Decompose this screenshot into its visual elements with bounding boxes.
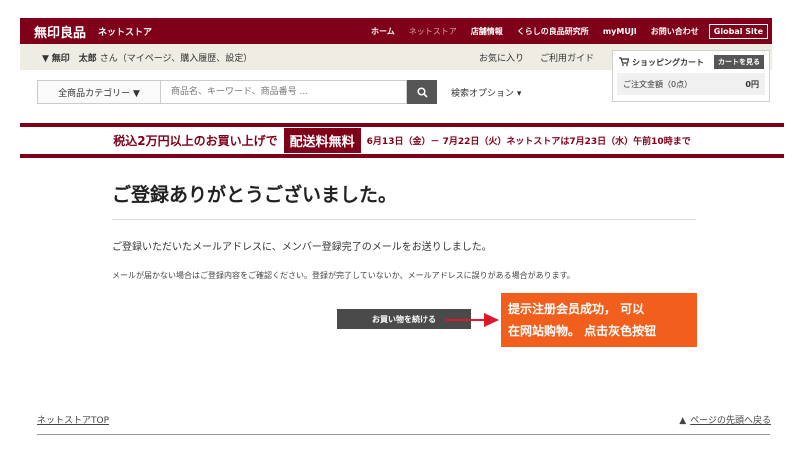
title-divider: [112, 219, 696, 220]
banner-lead: 税込2万円以上のお買い上げで: [113, 134, 278, 148]
guide-link[interactable]: ご利用ガイド: [540, 51, 594, 64]
cart-total-label: ご注文金額（0点）: [623, 79, 693, 89]
nav-lab[interactable]: くらしの良品研究所: [517, 26, 589, 37]
up-triangle-icon: ▲: [679, 416, 687, 426]
top-nav: ホーム ネットストア 店舗情報 くらしの良品研究所 myMUJI お問い合わせ …: [357, 18, 768, 44]
nav-stores[interactable]: 店舗情報: [471, 26, 503, 37]
callout-line-1: 提示注册会员成功， 可以: [508, 302, 645, 316]
cart-icon: [619, 56, 630, 68]
nav-mymuji[interactable]: myMUJI: [603, 27, 637, 36]
annotation-callout: 提示注册会员成功， 可以 在网站购物。 点击灰色按钮: [501, 293, 697, 347]
view-cart-button[interactable]: カートを見る: [714, 55, 764, 69]
banner-highlight: 配送料無料: [283, 128, 361, 153]
confirmation-message: ご登録いただいたメールアドレスに、メンバー登録完了のメールをお送りしました。: [112, 242, 492, 253]
footer-divider: [37, 434, 770, 435]
search-bar: 全商品カテゴリー ▼ 検索オプション ▾: [37, 80, 521, 104]
cart-box: ショッピングカート カートを見る ご注文金額（0点） 0円: [612, 50, 770, 102]
banner-period: 6月13日（金）－ 7月22日（火）ネットストアは7月23日（水）午前10時まで: [366, 137, 691, 147]
global-site-button[interactable]: Global Site: [708, 23, 768, 39]
search-options-link[interactable]: 検索オプション ▾: [451, 86, 521, 99]
netstore-top-link[interactable]: ネットストアTOP: [37, 413, 109, 426]
nav-home[interactable]: ホーム: [371, 26, 395, 37]
search-input[interactable]: [161, 80, 407, 104]
back-to-top-label: ページの先頭へ戻る: [690, 416, 771, 426]
annotation-arrow-icon: [446, 313, 499, 327]
store-subtitle: ネットストア: [98, 27, 153, 38]
user-menu-arrow: ▼: [42, 53, 49, 64]
back-to-top-link[interactable]: ▲ ページの先頭へ戻る: [679, 413, 771, 426]
user-name: 無印 太郎: [51, 53, 97, 64]
search-button[interactable]: [407, 80, 437, 104]
muji-logo[interactable]: 無印良品: [34, 22, 86, 41]
category-select[interactable]: 全商品カテゴリー ▼: [37, 80, 161, 104]
nav-netstore[interactable]: ネットストア: [409, 26, 457, 37]
favorites-link[interactable]: お気に入り: [479, 51, 524, 64]
top-header: 無印良品 ネットストア ホーム ネットストア 店舗情報 くらしの良品研究所 my…: [20, 18, 772, 44]
search-icon: [416, 83, 428, 102]
cart-title: ショッピングカート: [632, 57, 704, 67]
free-shipping-banner[interactable]: 税込2万円以上のお買い上げで 配送料無料 6月13日（金）－ 7月22日（火）ネ…: [20, 123, 784, 158]
nav-contact[interactable]: お問い合わせ: [651, 26, 699, 37]
user-menu[interactable]: ▼ 無印 太郎 さん（マイページ、購入履歴、設定）: [42, 51, 252, 64]
callout-line-2: 在网站购物。 点击灰色按钮: [508, 324, 657, 338]
email-note: メールが届かない場合はご登録内容をご確認ください。登録が完了していないか、メール…: [112, 271, 575, 280]
cart-total-value: 0円: [745, 79, 759, 89]
page-title: ご登録ありがとうございました。: [112, 184, 398, 206]
user-menu-suffix: さん（マイページ、購入履歴、設定）: [99, 53, 253, 64]
